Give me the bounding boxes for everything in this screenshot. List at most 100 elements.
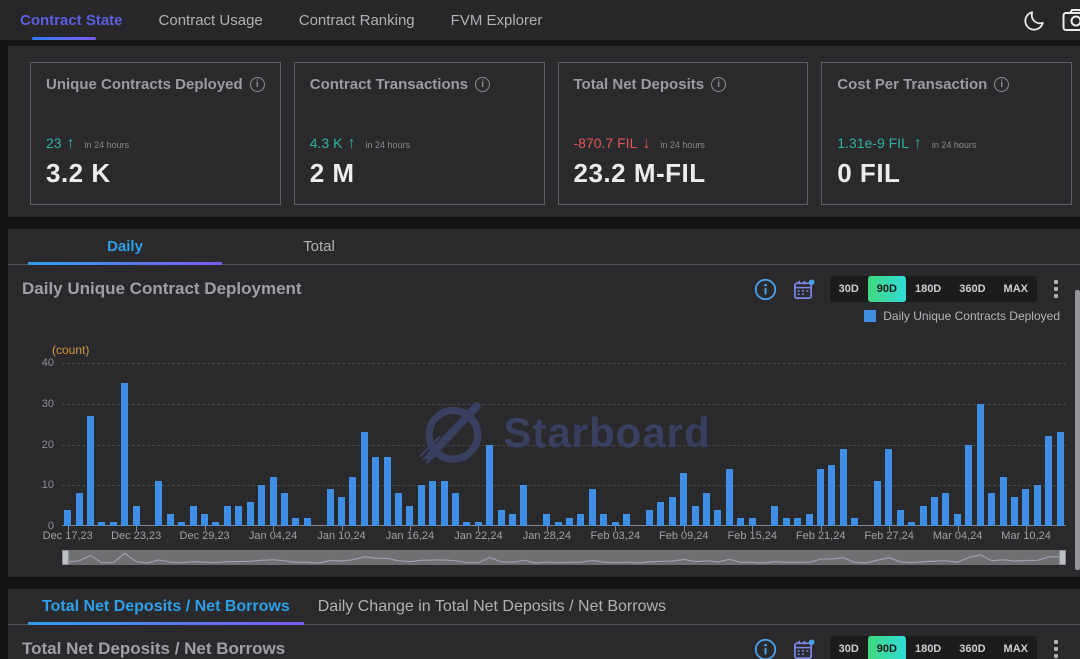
info-icon[interactable]: i	[250, 77, 265, 92]
range-180d-button[interactable]: 180D	[906, 276, 950, 302]
bar[interactable]	[486, 445, 493, 527]
bar[interactable]	[703, 493, 710, 526]
bar[interactable]	[806, 514, 813, 526]
bar[interactable]	[817, 469, 824, 526]
bar[interactable]	[1045, 436, 1052, 526]
bar[interactable]	[1011, 497, 1018, 526]
bar[interactable]	[726, 469, 733, 526]
bar[interactable]	[692, 506, 699, 526]
page-scrollbar[interactable]	[1075, 290, 1080, 570]
bar[interactable]	[338, 497, 345, 526]
slider-handle-right[interactable]	[1059, 550, 1066, 565]
bar[interactable]	[600, 514, 607, 526]
bar[interactable]	[771, 506, 778, 526]
bar[interactable]	[190, 506, 197, 526]
range-max-button[interactable]: MAX	[995, 636, 1037, 659]
info-icon[interactable]: i	[475, 77, 490, 92]
range-30d-button[interactable]: 30D	[830, 636, 868, 659]
bar[interactable]	[201, 514, 208, 526]
bar[interactable]	[133, 506, 140, 526]
bar[interactable]	[498, 510, 505, 526]
bar[interactable]	[292, 518, 299, 526]
bar[interactable]	[418, 485, 425, 526]
bar[interactable]	[1022, 489, 1029, 526]
bar[interactable]	[623, 514, 630, 526]
kebab-menu-icon[interactable]	[1052, 278, 1060, 300]
bar[interactable]	[64, 510, 71, 526]
bar[interactable]	[441, 481, 448, 526]
bar[interactable]	[965, 445, 972, 527]
bar[interactable]	[897, 510, 904, 526]
bar[interactable]	[1000, 477, 1007, 526]
bar[interactable]	[304, 518, 311, 526]
bar[interactable]	[76, 493, 83, 526]
bar[interactable]	[235, 506, 242, 526]
bar[interactable]	[224, 506, 231, 526]
bar[interactable]	[258, 485, 265, 526]
bar[interactable]	[509, 514, 516, 526]
bar[interactable]	[954, 514, 961, 526]
kebab-menu-icon[interactable]	[1052, 638, 1060, 659]
info-icon[interactable]: i	[994, 77, 1009, 92]
bar[interactable]	[406, 506, 413, 526]
bar[interactable]	[429, 481, 436, 526]
bar[interactable]	[794, 518, 801, 526]
nav-tab-contract-state[interactable]: Contract State	[20, 0, 123, 40]
info-icon[interactable]: i	[711, 77, 726, 92]
slider-handle-left[interactable]	[62, 550, 69, 565]
bar[interactable]	[931, 497, 938, 526]
nav-tab-contract-usage[interactable]: Contract Usage	[159, 0, 263, 40]
bar[interactable]	[714, 510, 721, 526]
bar[interactable]	[327, 489, 334, 526]
tab-daily[interactable]: Daily	[28, 229, 222, 264]
camera-icon[interactable]	[1062, 8, 1080, 32]
bar[interactable]	[384, 457, 391, 526]
bar[interactable]	[840, 449, 847, 526]
range-90d-button[interactable]: 90D	[868, 276, 906, 302]
datazoom-slider[interactable]	[62, 550, 1066, 565]
range-360d-button[interactable]: 360D	[950, 636, 994, 659]
bar[interactable]	[372, 457, 379, 526]
bar[interactable]	[874, 481, 881, 526]
chart-legend[interactable]: Daily Unique Contracts Deployed	[8, 305, 1080, 327]
bar[interactable]	[577, 514, 584, 526]
info-icon[interactable]	[754, 278, 777, 301]
bar[interactable]	[247, 502, 254, 526]
tab-total-net-deposits[interactable]: Total Net Deposits / Net Borrows	[28, 589, 304, 624]
range-180d-button[interactable]: 180D	[906, 636, 950, 659]
bar[interactable]	[977, 404, 984, 526]
bar[interactable]	[988, 493, 995, 526]
bar[interactable]	[395, 493, 402, 526]
bar[interactable]	[783, 518, 790, 526]
nav-tab-fvm-explorer[interactable]: FVM Explorer	[451, 0, 543, 40]
bar[interactable]	[646, 510, 653, 526]
tab-total[interactable]: Total	[222, 229, 416, 264]
tab-daily-change-net-deposits[interactable]: Daily Change in Total Net Deposits / Net…	[304, 589, 680, 624]
bar[interactable]	[669, 497, 676, 526]
bar[interactable]	[566, 518, 573, 526]
range-360d-button[interactable]: 360D	[950, 276, 994, 302]
bar[interactable]	[737, 518, 744, 526]
calendar-icon[interactable]	[792, 638, 815, 659]
bar[interactable]	[349, 477, 356, 526]
range-max-button[interactable]: MAX	[995, 276, 1037, 302]
bar[interactable]	[121, 383, 128, 526]
bar[interactable]	[1034, 485, 1041, 526]
bar[interactable]	[657, 502, 664, 526]
calendar-icon[interactable]	[792, 278, 815, 301]
bar[interactable]	[851, 518, 858, 526]
bar[interactable]	[749, 518, 756, 526]
bar[interactable]	[1057, 432, 1064, 526]
bar[interactable]	[361, 432, 368, 526]
bar[interactable]	[87, 416, 94, 526]
bar[interactable]	[543, 514, 550, 526]
bar[interactable]	[155, 481, 162, 526]
bar[interactable]	[167, 514, 174, 526]
info-icon[interactable]	[754, 638, 777, 659]
bar[interactable]	[270, 477, 277, 526]
bar[interactable]	[589, 489, 596, 526]
bar[interactable]	[885, 449, 892, 526]
bar[interactable]	[942, 493, 949, 526]
bar[interactable]	[520, 485, 527, 526]
range-90d-button[interactable]: 90D	[868, 636, 906, 659]
